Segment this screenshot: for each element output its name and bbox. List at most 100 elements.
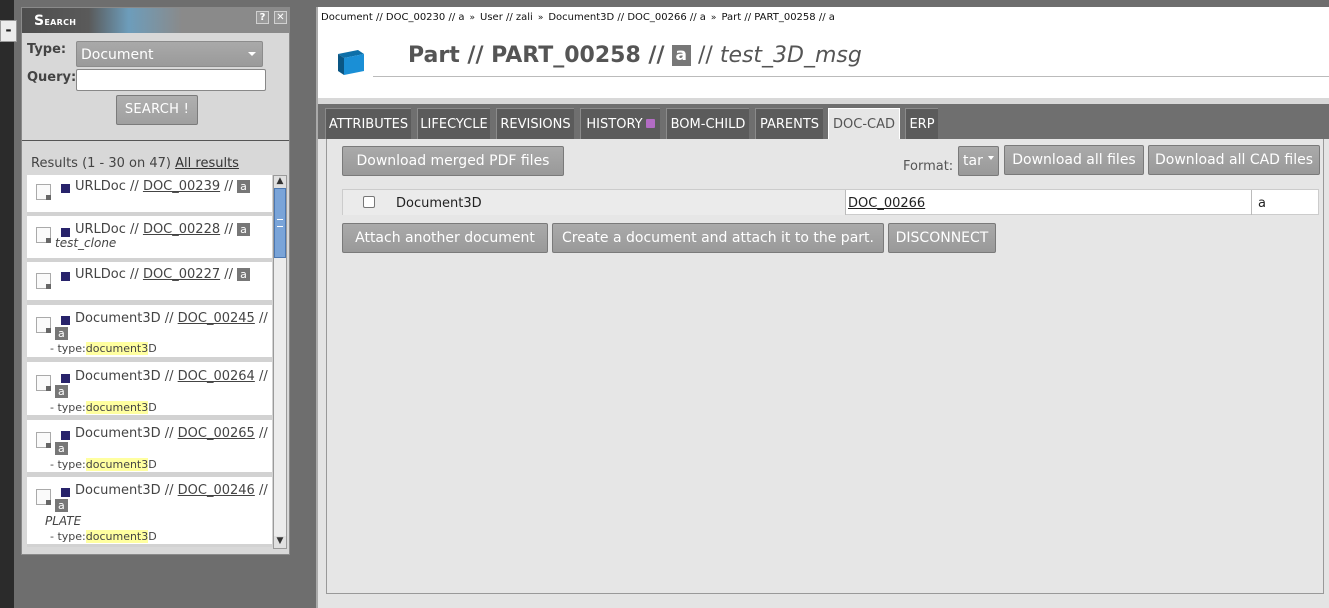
- document-icon: [36, 489, 51, 505]
- status-square-icon: [61, 272, 70, 281]
- help-icon[interactable]: ?: [256, 11, 269, 24]
- query-input[interactable]: [76, 69, 266, 91]
- result-meta: - type:document3D: [50, 342, 157, 355]
- revision-badge: a: [671, 45, 691, 66]
- left-dark-strip: [0, 0, 14, 608]
- status-square-icon: [61, 184, 70, 193]
- page-header: Part // PART_00258 // a // test_3D_msg: [318, 31, 1329, 98]
- breadcrumb-separator: »: [537, 13, 544, 23]
- disconnect-button[interactable]: DISCONNECT: [888, 223, 996, 253]
- search-panel-titlebar: Search ? ✕: [22, 8, 289, 33]
- header-divider: [373, 76, 1329, 77]
- tab-history[interactable]: HISTORY: [580, 108, 660, 139]
- create-and-attach-button[interactable]: Create a document and attach it to the p…: [552, 223, 884, 253]
- search-button[interactable]: SEARCH !: [116, 95, 198, 125]
- query-label: Query:: [27, 70, 77, 85]
- revision-badge: a: [55, 327, 68, 340]
- chevron-down-icon: [988, 156, 994, 160]
- document-icon: [36, 227, 51, 243]
- status-square-icon: [61, 488, 70, 497]
- format-select-value: tar: [963, 153, 983, 169]
- attached-documents-table: Document3D DOC_00266 a: [342, 189, 1319, 215]
- breadcrumb-item[interactable]: Document // DOC_00230 // a: [321, 12, 465, 23]
- type-select-value: Document: [81, 47, 154, 63]
- revision-badge: a: [237, 180, 250, 193]
- attach-another-document-button[interactable]: Attach another document: [342, 223, 548, 253]
- rss-icon: [645, 119, 655, 128]
- result-meta: - type:document3D: [50, 458, 157, 471]
- doc-link[interactable]: DOC_00228: [143, 222, 220, 237]
- result-meta: - type:document3D: [50, 530, 157, 543]
- format-select[interactable]: tar: [958, 146, 999, 176]
- tab-revisions[interactable]: REVISIONS: [496, 108, 574, 139]
- tab-erp[interactable]: ERP: [905, 108, 938, 139]
- result-meta: - type:document3D: [50, 401, 157, 414]
- results-summary: Results (1 - 30 on 47) All results: [31, 156, 239, 171]
- scroll-up-icon[interactable]: ▲: [274, 176, 286, 188]
- scroll-down-icon[interactable]: ▼: [274, 536, 286, 548]
- tab-lifecycle[interactable]: LIFECYCLE: [417, 108, 490, 139]
- tab-attributes[interactable]: ATTRIBUTES: [325, 108, 411, 139]
- tab-bar: ATTRIBUTES LIFECYCLE REVISIONS HISTORY B…: [318, 104, 1329, 139]
- breadcrumb-separator: »: [710, 13, 717, 23]
- list-item[interactable]: URLDoc // DOC_00239 // a: [27, 175, 272, 212]
- result-subtitle: test_clone: [55, 236, 117, 250]
- list-item[interactable]: URLDoc // DOC_00227 // a: [27, 262, 272, 300]
- format-label: Format:: [903, 159, 954, 174]
- document-icon: [36, 432, 51, 448]
- revision-badge: a: [237, 223, 250, 236]
- download-merged-pdf-button[interactable]: Download merged PDF files: [342, 146, 564, 176]
- doc-link[interactable]: DOC_00239: [143, 179, 220, 194]
- doc-link[interactable]: DOC_00246: [178, 483, 255, 498]
- tab-bom-child[interactable]: BOM-CHILD: [666, 108, 749, 139]
- document-link[interactable]: DOC_00266: [848, 196, 925, 211]
- chevron-down-icon: [248, 52, 256, 56]
- doc-link[interactable]: DOC_00265: [178, 426, 255, 441]
- revision-badge: a: [55, 385, 68, 398]
- scrollbar-thumb[interactable]: [274, 188, 286, 258]
- breadcrumb-item[interactable]: Document3D // DOC_00266 // a: [548, 12, 706, 23]
- breadcrumb-item[interactable]: User // zali: [480, 12, 533, 23]
- status-square-icon: [61, 374, 70, 383]
- all-results-link[interactable]: All results: [175, 156, 239, 171]
- document-icon: [36, 273, 51, 289]
- download-all-files-button[interactable]: Download all files: [1004, 145, 1144, 175]
- breadcrumb-separator: »: [469, 13, 476, 23]
- breadcrumb-item[interactable]: Part // PART_00258 // a: [721, 12, 834, 23]
- list-item[interactable]: Document3D // DOC_00245 // a - type:docu…: [27, 305, 272, 357]
- results-scrollbar[interactable]: ▲ ▼: [273, 175, 287, 549]
- download-all-cad-files-button[interactable]: Download all CAD files: [1148, 145, 1320, 175]
- status-square-icon: [61, 316, 70, 325]
- doc-link[interactable]: DOC_00227: [143, 267, 220, 282]
- close-icon[interactable]: ✕: [274, 11, 287, 24]
- status-square-icon: [61, 431, 70, 440]
- revision-badge: a: [55, 442, 68, 455]
- tab-doc-cad[interactable]: DOC-CAD: [828, 108, 900, 139]
- collapse-panel-button[interactable]: -: [0, 20, 17, 42]
- table-cell-revision: a: [1258, 196, 1266, 211]
- document-icon: [36, 317, 51, 333]
- grip-icon: [277, 219, 283, 227]
- tab-parents[interactable]: PARENTS: [755, 108, 823, 139]
- doc-link[interactable]: DOC_00245: [178, 311, 255, 326]
- page-title: Part // PART_00258 // a // test_3D_msg: [408, 43, 862, 68]
- list-item[interactable]: Document3D // DOC_00246 // a PLATE - typ…: [27, 477, 272, 544]
- list-item[interactable]: Document3D // DOC_00265 // a - type:docu…: [27, 420, 272, 472]
- result-subtitle: PLATE: [45, 514, 82, 528]
- document-icon: [36, 184, 51, 200]
- main-panel: Document // DOC_00230 // a » User // zali »…: [316, 7, 1329, 608]
- results-list: URLDoc // DOC_00239 // a URLDoc // DOC_0…: [27, 175, 273, 547]
- document-icon: [36, 375, 51, 391]
- search-form: Type: Document Query: SEARCH !: [22, 33, 289, 141]
- table-cell-type: Document3D: [343, 190, 846, 215]
- list-item[interactable]: Document3D // DOC_00264 // a - type:docu…: [27, 362, 272, 415]
- part-icon: [338, 50, 364, 75]
- row-checkbox[interactable]: [363, 196, 375, 208]
- breadcrumb: Document // DOC_00230 // a » User // zali »…: [318, 7, 1329, 31]
- type-select[interactable]: Document: [76, 41, 263, 67]
- revision-badge: a: [55, 499, 68, 512]
- doc-link[interactable]: DOC_00264: [178, 369, 255, 384]
- table-cell-reference: DOC_00266: [846, 190, 1252, 215]
- type-label: Type:: [27, 42, 67, 57]
- list-item[interactable]: URLDoc // DOC_00228 // a test_clone: [27, 216, 272, 258]
